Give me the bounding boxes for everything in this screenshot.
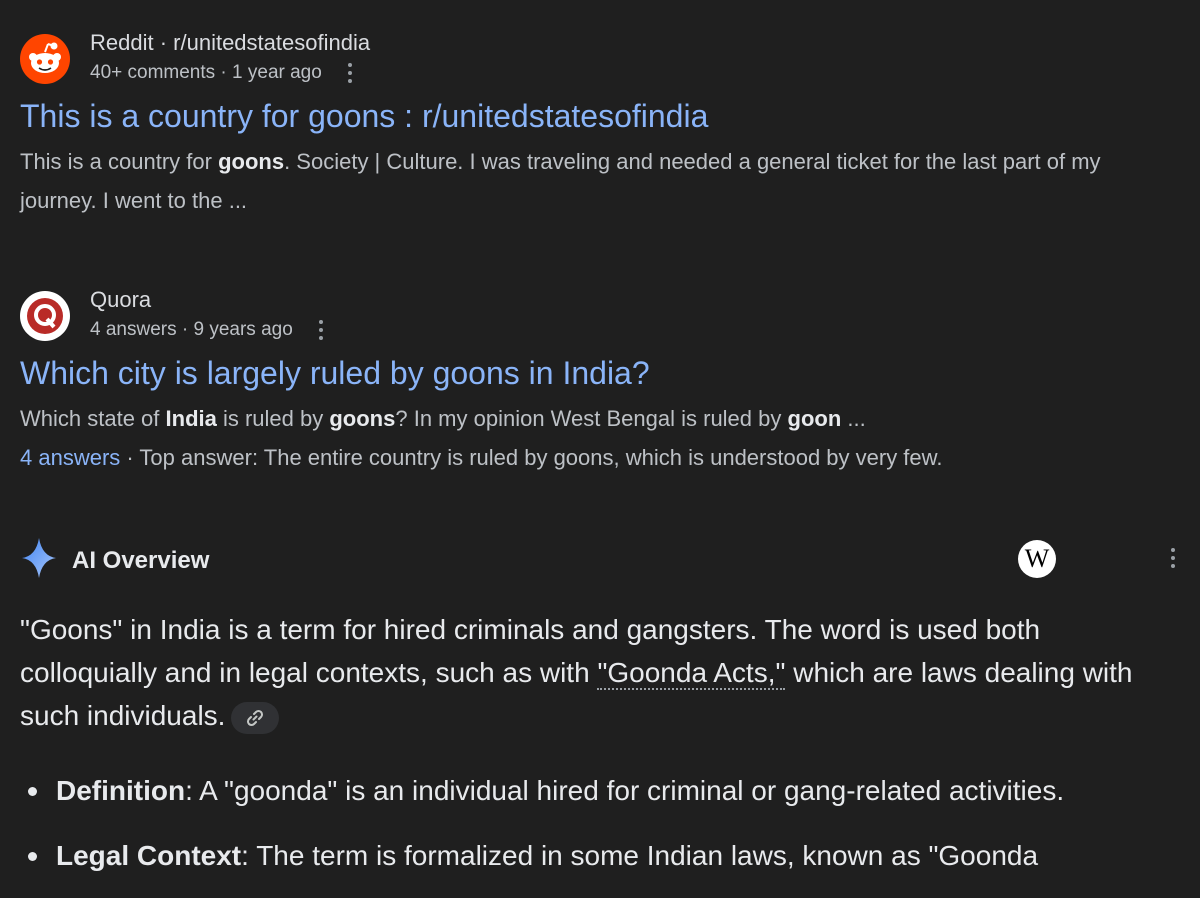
result-snippet: Which state of India is ruled by goons? … [20,406,866,431]
source-name[interactable]: Reddit · r/unitedstatesofindia [90,28,370,58]
result-title[interactable]: Which city is largely ruled by goons in … [20,353,1180,393]
ai-overview-bullets: Definition: A "goonda" is an individual … [20,768,1180,898]
more-options-icon[interactable] [1165,548,1181,568]
ai-overview-title: AI Overview [72,546,210,574]
wikipedia-icon[interactable]: W [1018,540,1056,578]
link-icon [247,709,264,726]
quora-icon[interactable] [20,291,70,341]
result-title[interactable]: This is a country for goons : r/unitedst… [20,96,1180,136]
sparkle-icon [20,535,58,586]
search-result-reddit: Reddit · r/unitedstatesofindia 40+ comme… [20,28,1180,220]
top-answer-line: 4 answers · Top answer: The entire count… [20,445,943,470]
more-options-icon[interactable] [342,63,358,83]
list-item: Definition: A "goonda" is an individual … [20,768,1180,814]
result-meta: 40+ comments · 1 year ago [90,62,322,83]
result-snippet: This is a country for goons. Society | C… [20,149,1101,213]
ai-overview-header: AI Overview W [20,535,1180,586]
reddit-icon[interactable] [20,34,70,84]
result-meta: 4 answers · 9 years ago [90,319,293,340]
citation-link-chip[interactable] [231,701,280,734]
goonda-acts-link[interactable]: "Goonda Acts," [597,657,786,690]
source-name[interactable]: Quora [90,285,329,315]
search-result-quora: Quora 4 answers · 9 years ago Which city… [20,285,1180,477]
list-item: Legal Context: The term is formalized in… [20,833,1180,879]
ai-overview-text: "Goons" in India is a term for hired cri… [20,608,1180,737]
more-options-icon[interactable] [313,320,329,340]
answers-link[interactable]: 4 answers [20,445,120,470]
